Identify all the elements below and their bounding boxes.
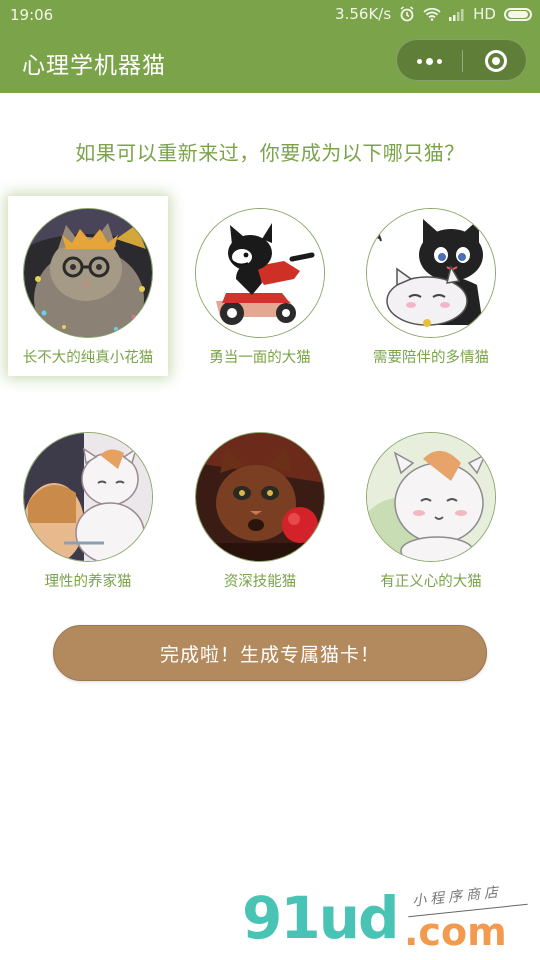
cat-label-4: 理性的养家猫 [44, 574, 132, 590]
battery-icon [504, 7, 532, 21]
cat-option-2[interactable]: 勇当一面的大猫 [180, 196, 340, 376]
status-time: 19:06 [10, 6, 54, 24]
cat-option-1[interactable]: 长不大的纯真小花猫 [8, 196, 168, 376]
cat-option-6[interactable]: 有正义心的大猫 [351, 420, 511, 600]
cat-avatar-4 [23, 432, 153, 562]
finish-button[interactable]: 完成啦！生成专属猫卡！ [53, 625, 487, 681]
cat-option-5[interactable]: 资深技能猫 [180, 420, 340, 600]
watermark-tagline: 小程序商店 [411, 884, 503, 910]
top-bar: 19:06 3.56K/s HD 心理学机器猫 [0, 0, 540, 93]
page-title: 心理学机器猫 [22, 53, 166, 79]
cat-option-4[interactable]: 理性的养家猫 [8, 420, 168, 600]
close-miniprogram-icon[interactable] [463, 40, 528, 82]
watermark-suffix: .com [404, 910, 507, 954]
more-dots-icon[interactable] [397, 40, 462, 82]
signal-icon [449, 8, 465, 21]
cat-label-3: 需要陪伴的多情猫 [373, 350, 489, 366]
network-type: HD [473, 5, 496, 23]
cat-avatar-3 [366, 208, 496, 338]
cat-option-3[interactable]: 需要陪伴的多情猫 [351, 196, 511, 376]
status-right: 3.56K/s HD [335, 5, 532, 23]
cat-label-1: 长不大的纯真小花猫 [22, 350, 154, 366]
cat-label-5: 资深技能猫 [223, 574, 297, 590]
network-speed: 3.56K/s [335, 5, 392, 23]
cat-label-2: 勇当一面的大猫 [209, 350, 311, 366]
cat-label-6: 有正义心的大猫 [380, 574, 482, 590]
navbar: 心理学机器猫 [0, 30, 540, 93]
watermark: 91ud 小程序商店 .com [240, 880, 540, 960]
cat-avatar-1 [23, 208, 153, 338]
status-bar: 19:06 3.56K/s HD [0, 0, 540, 30]
cat-avatar-5 [195, 432, 325, 562]
miniprogram-capsule [396, 39, 527, 81]
cat-avatar-2 [195, 208, 325, 338]
wifi-icon [423, 7, 441, 21]
watermark-brand: 91ud [242, 884, 400, 952]
alarm-icon [399, 6, 415, 22]
cat-avatar-6 [366, 432, 496, 562]
question-text: 如果可以重新来过，你要成为以下哪只猫？ [75, 141, 465, 165]
